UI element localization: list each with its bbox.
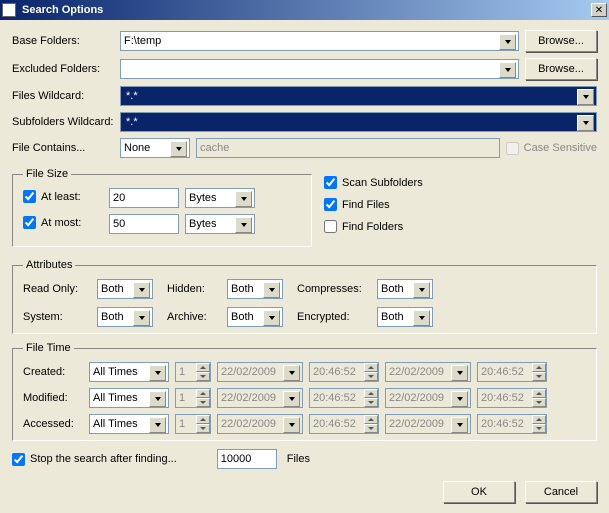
- created-date2: 22/02/2009: [385, 362, 471, 382]
- find-folders-check[interactable]: [324, 220, 337, 233]
- modified-date1: 22/02/2009: [217, 388, 303, 408]
- archive-combo[interactable]: Both: [227, 307, 283, 327]
- at-least-unit[interactable]: Bytes: [185, 188, 255, 208]
- file-contains-label: File Contains...: [12, 142, 120, 154]
- files-suffix: Files: [287, 453, 310, 465]
- file-time-group: File Time Created: All Times 22/02/2009 …: [12, 342, 597, 441]
- at-least-value[interactable]: [109, 188, 179, 208]
- file-contains-mode[interactable]: None: [120, 138, 190, 158]
- read-only-label: Read Only:: [23, 283, 97, 295]
- case-sensitive-label: Case Sensitive: [524, 142, 597, 154]
- compresses-label: Compresses:: [297, 283, 377, 295]
- stop-search-check[interactable]: [12, 453, 25, 466]
- compresses-combo[interactable]: Both: [377, 279, 433, 299]
- modified-label: Modified:: [23, 392, 83, 404]
- created-label: Created:: [23, 366, 83, 378]
- at-least-label: At least:: [41, 191, 81, 203]
- subfolders-wildcard-combo[interactable]: *.*: [120, 112, 597, 132]
- accessed-label: Accessed:: [23, 418, 83, 430]
- created-date1: 22/02/2009: [217, 362, 303, 382]
- modified-mode[interactable]: All Times: [89, 388, 169, 408]
- scan-subfolders-check[interactable]: [324, 176, 337, 189]
- title-bar: Search Options ✕: [0, 0, 609, 20]
- modified-date2: 22/02/2009: [385, 388, 471, 408]
- base-folders-combo[interactable]: F:\temp: [120, 31, 519, 51]
- file-size-group: File Size At least: Bytes At most: Bytes: [12, 168, 312, 247]
- ok-button[interactable]: OK: [443, 481, 515, 503]
- accessed-date2: 22/02/2009: [385, 414, 471, 434]
- file-size-legend: File Size: [23, 168, 71, 180]
- cancel-button[interactable]: Cancel: [525, 481, 597, 503]
- app-icon: [2, 3, 16, 17]
- accessed-mode[interactable]: All Times: [89, 414, 169, 434]
- archive-label: Archive:: [167, 311, 227, 323]
- hidden-combo[interactable]: Both: [227, 279, 283, 299]
- hidden-label: Hidden:: [167, 283, 227, 295]
- case-sensitive-check: [506, 142, 519, 155]
- attributes-legend: Attributes: [23, 259, 75, 271]
- browse-excluded-button[interactable]: Browse...: [525, 58, 597, 80]
- browse-base-button[interactable]: Browse...: [525, 30, 597, 52]
- files-wildcard-label: Files Wildcard:: [12, 90, 120, 102]
- encrypted-label: Encrypted:: [297, 311, 377, 323]
- stop-search-label: Stop the search after finding...: [30, 453, 177, 465]
- find-folders-label: Find Folders: [342, 221, 403, 233]
- at-most-check[interactable]: [23, 216, 36, 229]
- encrypted-combo[interactable]: Both: [377, 307, 433, 327]
- scan-subfolders-label: Scan Subfolders: [342, 177, 423, 189]
- find-files-label: Find Files: [342, 199, 390, 211]
- excluded-folders-combo[interactable]: [120, 59, 519, 79]
- close-button[interactable]: ✕: [591, 3, 607, 17]
- accessed-date1: 22/02/2009: [217, 414, 303, 434]
- files-wildcard-combo[interactable]: *.*: [120, 86, 597, 106]
- at-most-value[interactable]: [109, 214, 179, 234]
- at-most-unit[interactable]: Bytes: [185, 214, 255, 234]
- find-files-check[interactable]: [324, 198, 337, 211]
- excluded-folders-label: Excluded Folders:: [12, 63, 120, 75]
- at-least-check[interactable]: [23, 190, 36, 203]
- file-time-legend: File Time: [23, 342, 74, 354]
- read-only-combo[interactable]: Both: [97, 279, 153, 299]
- system-combo[interactable]: Both: [97, 307, 153, 327]
- stop-search-count[interactable]: [217, 449, 277, 469]
- subfolders-wildcard-label: Subfolders Wildcard:: [12, 116, 120, 128]
- system-label: System:: [23, 311, 97, 323]
- at-most-label: At most:: [41, 217, 81, 229]
- base-folders-label: Base Folders:: [12, 35, 120, 47]
- file-contains-text[interactable]: [196, 138, 500, 158]
- attributes-group: Attributes Read Only: Both Hidden: Both …: [12, 259, 597, 334]
- created-mode[interactable]: All Times: [89, 362, 169, 382]
- window-title: Search Options: [20, 4, 103, 16]
